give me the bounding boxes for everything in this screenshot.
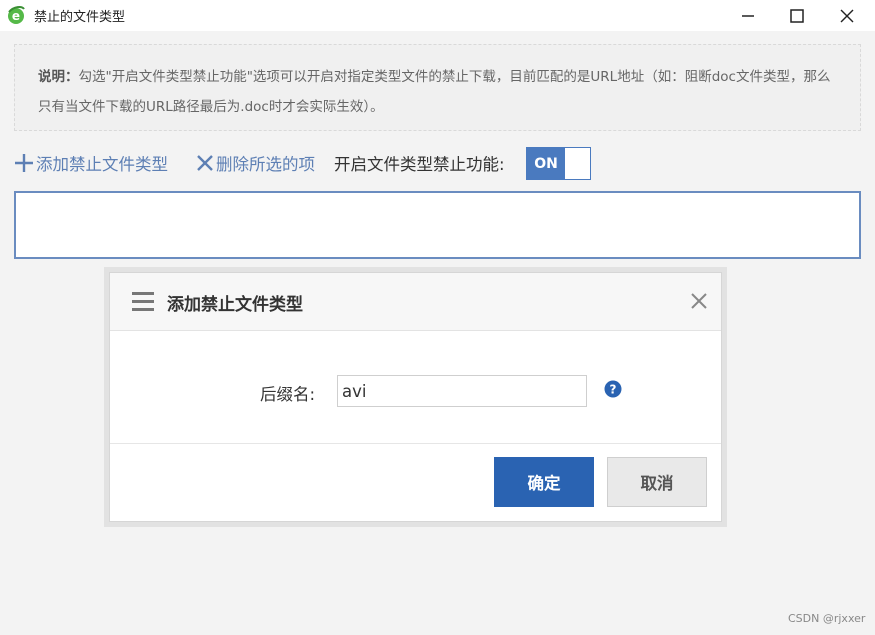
close-window-button[interactable] bbox=[824, 0, 870, 31]
add-file-type-label: 添加禁止文件类型 bbox=[36, 155, 168, 174]
notice-label: 说明： bbox=[38, 69, 79, 85]
maximize-button[interactable] bbox=[774, 0, 820, 31]
help-icon[interactable]: ? bbox=[604, 380, 622, 398]
notice-box: 说明：勾选"开启文件类型禁止功能"选项可以开启对指定类型文件的禁止下载，目前匹配… bbox=[14, 44, 861, 131]
watermark: CSDN @rjxxer bbox=[788, 612, 866, 625]
ie-browser-icon: e bbox=[8, 6, 25, 24]
window-title: 禁止的文件类型 bbox=[34, 10, 126, 25]
cancel-button[interactable]: 取消 bbox=[607, 457, 707, 507]
svg-text:e: e bbox=[12, 9, 20, 23]
toggle-label: 开启文件类型禁止功能: bbox=[334, 155, 505, 174]
add-file-type-button[interactable]: 添加禁止文件类型 bbox=[14, 146, 168, 180]
cross-icon bbox=[197, 155, 213, 171]
dialog-title: 添加禁止文件类型 bbox=[167, 295, 303, 315]
toggle-state: ON bbox=[527, 148, 565, 179]
maximize-icon bbox=[790, 8, 804, 23]
dialog-header: 添加禁止文件类型 bbox=[110, 273, 721, 331]
minimize-button[interactable] bbox=[725, 0, 771, 31]
toolbar: 添加禁止文件类型 删除所选的项 开启文件类型禁止功能: ON bbox=[14, 146, 614, 180]
suffix-input[interactable] bbox=[337, 375, 587, 407]
minimize-icon bbox=[742, 14, 754, 17]
add-file-type-dialog: 添加禁止文件类型 后缀名: ? 确定 取消 bbox=[109, 272, 722, 522]
confirm-button[interactable]: 确定 bbox=[494, 457, 594, 507]
close-icon bbox=[840, 9, 854, 22]
dialog-footer: 确定 取消 bbox=[110, 443, 721, 521]
file-type-ban-toggle[interactable]: ON bbox=[526, 147, 591, 180]
dialog-close-icon[interactable] bbox=[690, 292, 708, 310]
delete-selected-button[interactable]: 删除所选的项 bbox=[196, 146, 315, 180]
notice-text: 勾选"开启文件类型禁止功能"选项可以开启对指定类型文件的禁止下载，目前匹配的是U… bbox=[38, 69, 831, 115]
suffix-label: 后缀名: bbox=[260, 385, 316, 404]
menu-icon bbox=[132, 292, 154, 312]
svg-text:?: ? bbox=[610, 383, 617, 397]
title-bar: e 禁止的文件类型 bbox=[0, 0, 875, 31]
file-type-list[interactable] bbox=[14, 191, 861, 259]
delete-selected-label: 删除所选的项 bbox=[216, 155, 315, 174]
plus-icon bbox=[15, 154, 33, 172]
